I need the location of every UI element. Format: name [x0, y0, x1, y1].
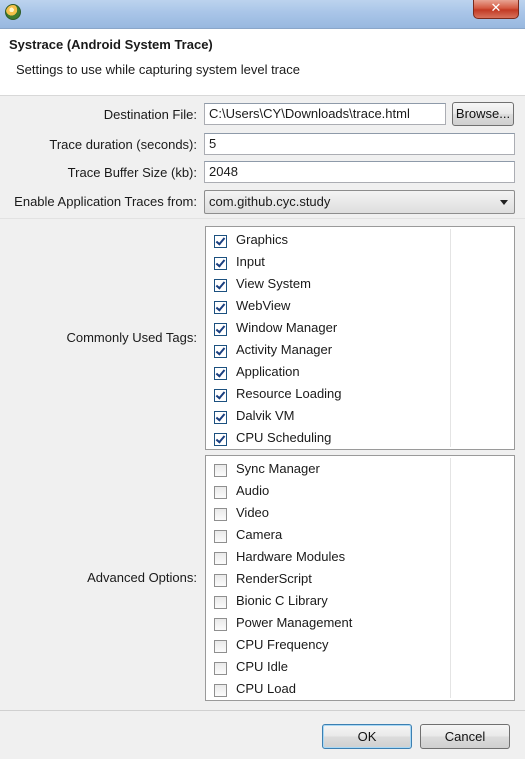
checkbox-unchecked[interactable]: [214, 552, 227, 565]
eclipse-app-icon: [5, 4, 21, 20]
advanced-options-list[interactable]: Sync Manager Audio Video Camera Hardware Mod…: [205, 455, 515, 701]
checkbox-checked[interactable]: [214, 323, 227, 336]
checkbox-checked[interactable]: [214, 411, 227, 424]
checkbox-checked[interactable]: [214, 367, 227, 380]
checkbox-label: CPU Scheduling: [236, 430, 332, 445]
checkbox-checked[interactable]: [214, 389, 227, 402]
checkbox-checked[interactable]: [214, 257, 227, 270]
footer-divider: [0, 710, 525, 711]
checkbox-unchecked[interactable]: [214, 530, 227, 543]
app-traces-selected-value: com.github.cyc.study: [209, 194, 331, 209]
checkbox-label: Sync Manager: [236, 461, 320, 476]
checkbox-checked[interactable]: [214, 235, 227, 248]
chevron-down-icon[interactable]: [500, 200, 508, 205]
app-traces-select[interactable]: com.github.cyc.study: [204, 190, 515, 214]
checkbox-label: View System: [236, 276, 311, 291]
destination-file-input[interactable]: C:\Users\CY\Downloads\trace.html: [204, 103, 446, 125]
checkbox-label: Application: [236, 364, 300, 379]
checkbox-checked[interactable]: [214, 301, 227, 314]
trace-duration-input[interactable]: 5: [204, 133, 515, 155]
checkbox-unchecked[interactable]: [214, 464, 227, 477]
checkbox-label: Activity Manager: [236, 342, 333, 357]
checkbox-label: Window Manager: [236, 320, 338, 335]
window-title-bar[interactable]: ✕: [0, 0, 525, 29]
common-tags-list[interactable]: Graphics Input View System WebView Window Ma…: [205, 226, 515, 450]
checkbox-checked[interactable]: [214, 345, 227, 358]
checkbox-label: Dalvik VM: [236, 408, 295, 423]
checkbox-label: Camera: [236, 527, 283, 542]
checkbox-label: Graphics: [236, 232, 289, 247]
checkbox-label: Audio: [236, 483, 270, 498]
dialog-title: Systrace (Android System Trace): [9, 37, 213, 52]
checkbox-label: Hardware Modules: [236, 549, 346, 564]
cancel-button[interactable]: Cancel: [420, 724, 510, 749]
close-icon: ✕: [490, 1, 502, 16]
checkbox-label: Bionic C Library: [236, 593, 328, 608]
checkbox-label: CPU Frequency: [236, 637, 329, 652]
section-divider: [0, 218, 525, 219]
checkbox-unchecked[interactable]: [214, 596, 227, 609]
trace-buffer-label: Trace Buffer Size (kb):: [67, 165, 197, 180]
checkbox-label: Power Management: [236, 615, 353, 630]
checkbox-unchecked[interactable]: [214, 486, 227, 499]
checkbox-unchecked[interactable]: [214, 508, 227, 521]
ok-button[interactable]: OK: [322, 724, 412, 749]
checkbox-label: Input: [236, 254, 265, 269]
checkbox-label: CPU Load: [236, 681, 296, 696]
browse-button[interactable]: Browse...: [452, 102, 514, 126]
close-window-button[interactable]: ✕: [473, 0, 519, 19]
common-tags-label: Commonly Used Tags:: [66, 330, 197, 345]
checkbox-unchecked[interactable]: [214, 684, 227, 697]
checkbox-label: Resource Loading: [236, 386, 342, 401]
list-column-divider: [450, 229, 451, 447]
checkbox-unchecked[interactable]: [214, 662, 227, 675]
checkbox-checked[interactable]: [214, 433, 227, 446]
checkbox-label: WebView: [236, 298, 291, 313]
checkbox-checked[interactable]: [214, 279, 227, 292]
list-column-divider: [450, 458, 451, 698]
checkbox-label: RenderScript: [236, 571, 312, 586]
checkbox-label: Video: [236, 505, 270, 520]
checkbox-label: CPU Idle: [236, 659, 289, 674]
destination-file-label: Destination File:: [103, 107, 197, 122]
checkbox-unchecked[interactable]: [214, 574, 227, 587]
advanced-options-label: Advanced Options:: [87, 570, 197, 585]
dialog-header: Systrace (Android System Trace) Settings…: [0, 29, 525, 96]
dialog-subtitle: Settings to use while capturing system l…: [16, 62, 300, 77]
app-traces-label: Enable Application Traces from:: [14, 194, 197, 209]
trace-buffer-input[interactable]: 2048: [204, 161, 515, 183]
checkbox-unchecked[interactable]: [214, 640, 227, 653]
trace-duration-label: Trace duration (seconds):: [49, 137, 197, 152]
checkbox-unchecked[interactable]: [214, 618, 227, 631]
